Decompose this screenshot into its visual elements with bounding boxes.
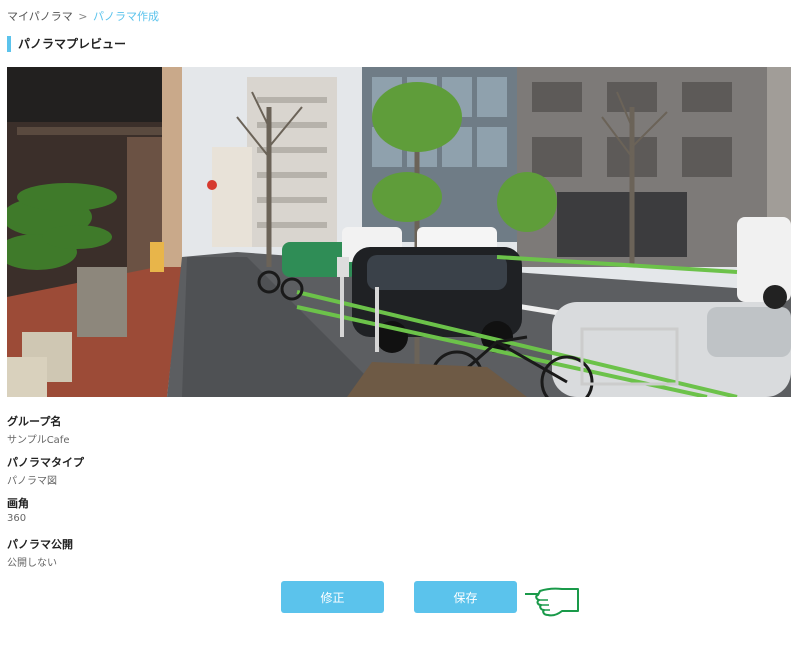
save-button[interactable]: 保存: [414, 581, 517, 613]
section-title: パノラマプレビュー: [7, 36, 126, 52]
panorama-public-label: パノラマ公開: [7, 538, 73, 551]
group-name-label: グループ名: [7, 415, 62, 428]
breadcrumb-separator: >: [78, 10, 88, 23]
breadcrumb: マイパノラマ > パノラマ作成: [7, 8, 159, 24]
panorama-type-label: パノラマタイプ: [7, 456, 84, 469]
panorama-type-value: パノラマ図: [7, 476, 57, 487]
pointing-hand-icon: [522, 585, 582, 623]
breadcrumb-link-my-panorama[interactable]: マイパノラマ: [7, 10, 73, 23]
panorama-public-value: 公開しない: [7, 558, 57, 569]
panorama-preview-image: [7, 67, 791, 397]
view-angle-label: 画角: [7, 497, 29, 510]
breadcrumb-current: パノラマ作成: [93, 10, 159, 23]
view-angle-value: 360: [7, 513, 27, 524]
group-name-value: サンプルCafe: [7, 435, 70, 446]
edit-button[interactable]: 修正: [281, 581, 384, 613]
